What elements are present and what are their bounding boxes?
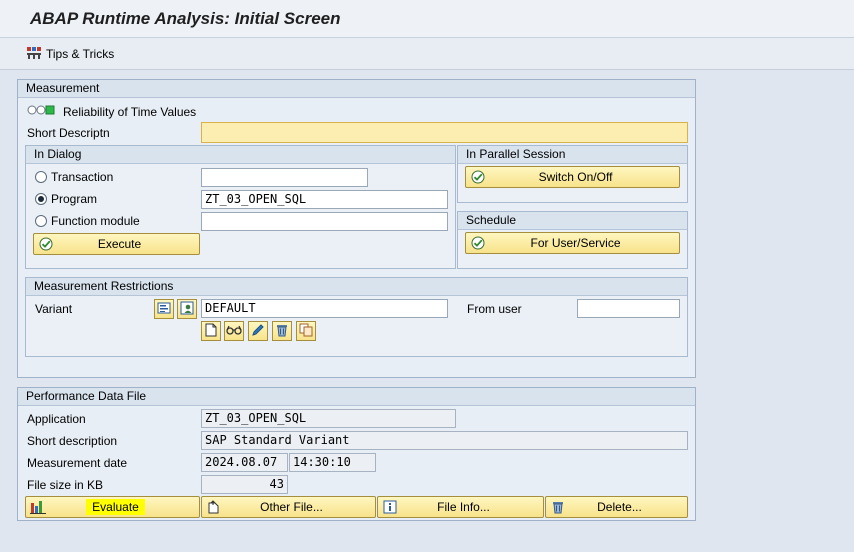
delete-trash-icon bbox=[550, 499, 566, 515]
info-icon bbox=[382, 499, 398, 515]
reliability-label: Reliability of Time Values bbox=[63, 104, 197, 119]
switch-on-off-label: Switch On/Off bbox=[538, 170, 613, 184]
in-dialog-title: In Dialog bbox=[26, 146, 455, 164]
transaction-input[interactable] bbox=[201, 168, 368, 187]
user-service-check-icon bbox=[470, 235, 486, 251]
reliability-row: Reliability of Time Values bbox=[27, 104, 196, 119]
tips-tricks-label: Tips & Tricks bbox=[46, 47, 115, 61]
performance-data-file-title: Performance Data File bbox=[18, 388, 695, 406]
variant-label: Variant bbox=[35, 302, 73, 316]
program-input[interactable]: ZT_03_OPEN_SQL bbox=[201, 190, 448, 209]
variant-select-button[interactable] bbox=[154, 299, 174, 319]
bar-chart-icon bbox=[30, 499, 46, 515]
program-label: Program bbox=[51, 192, 98, 206]
edit-variant-button[interactable] bbox=[248, 321, 268, 341]
pencil-icon bbox=[251, 323, 265, 340]
execute-label: Execute bbox=[97, 237, 142, 251]
program-radio-row[interactable]: Program bbox=[35, 192, 97, 206]
new-document-icon bbox=[205, 323, 217, 340]
for-user-service-label: For User/Service bbox=[530, 236, 621, 250]
measurement-date-label: Measurement date bbox=[27, 456, 128, 470]
measurement-restrictions-title: Measurement Restrictions bbox=[26, 278, 687, 296]
glasses-icon bbox=[226, 324, 242, 339]
short-desc-input[interactable] bbox=[201, 122, 688, 143]
parallel-session-title: In Parallel Session bbox=[458, 146, 687, 164]
program-radio[interactable] bbox=[35, 193, 47, 205]
file-info-button[interactable]: File Info... bbox=[377, 496, 544, 518]
function-module-input[interactable] bbox=[201, 212, 448, 231]
variant-user-icon bbox=[180, 301, 194, 318]
application-label: Application bbox=[27, 412, 86, 426]
measurement-group-title: Measurement bbox=[18, 80, 695, 98]
transaction-radio[interactable] bbox=[35, 171, 47, 183]
trash-icon bbox=[275, 323, 289, 340]
transaction-radio-row[interactable]: Transaction bbox=[35, 170, 113, 184]
display-variant-button[interactable] bbox=[224, 321, 244, 341]
copy-icon bbox=[299, 323, 313, 340]
short-desc-label: Short Descriptn bbox=[27, 126, 110, 140]
other-file-button[interactable]: Other File... bbox=[201, 496, 376, 518]
variant-user-button[interactable] bbox=[177, 299, 197, 319]
evaluate-label: Evaluate bbox=[86, 499, 145, 515]
evaluate-label-wrap: Evaluate bbox=[46, 499, 199, 515]
file-info-label: File Info... bbox=[437, 500, 490, 514]
file-size-label: File size in KB bbox=[27, 478, 104, 492]
switch-on-off-button[interactable]: Switch On/Off bbox=[465, 166, 680, 188]
application-toolbar bbox=[0, 38, 854, 70]
other-file-label: Other File... bbox=[260, 500, 323, 514]
schedule-title: Schedule bbox=[458, 212, 687, 230]
from-user-label: From user bbox=[467, 302, 522, 316]
tips-tricks-button[interactable]: Tips & Tricks bbox=[26, 45, 114, 63]
delete-variant-button[interactable] bbox=[272, 321, 292, 341]
application-field: ZT_03_OPEN_SQL bbox=[201, 409, 456, 428]
measurement-date-field: 2024.08.07 bbox=[201, 453, 288, 472]
execute-check-icon bbox=[38, 236, 54, 252]
copy-variant-button[interactable] bbox=[296, 321, 316, 341]
open-file-icon bbox=[206, 499, 222, 515]
delete-file-label: Delete... bbox=[597, 500, 642, 514]
variant-input[interactable]: DEFAULT bbox=[201, 299, 448, 318]
function-module-label: Function module bbox=[51, 214, 140, 228]
traffic-light-icon[interactable] bbox=[27, 104, 57, 119]
from-user-input[interactable] bbox=[577, 299, 680, 318]
switch-check-icon bbox=[470, 169, 486, 185]
create-variant-button[interactable] bbox=[201, 321, 221, 341]
tips-tricks-icon bbox=[26, 46, 42, 63]
transaction-label: Transaction bbox=[51, 170, 114, 184]
evaluate-button[interactable]: Evaluate bbox=[25, 496, 200, 518]
page-title: ABAP Runtime Analysis: Initial Screen bbox=[30, 9, 341, 28]
measurement-time-field: 14:30:10 bbox=[289, 453, 376, 472]
execute-button[interactable]: Execute bbox=[33, 233, 200, 255]
function-radio-row[interactable]: Function module bbox=[35, 214, 140, 228]
short-description-field: SAP Standard Variant bbox=[201, 431, 688, 450]
delete-file-button[interactable]: Delete... bbox=[545, 496, 688, 518]
short-description-label: Short description bbox=[27, 434, 118, 448]
file-size-field: 43 bbox=[201, 475, 288, 494]
for-user-service-button[interactable]: For User/Service bbox=[465, 232, 680, 254]
function-module-radio[interactable] bbox=[35, 215, 47, 227]
variant-list-icon bbox=[157, 301, 171, 318]
